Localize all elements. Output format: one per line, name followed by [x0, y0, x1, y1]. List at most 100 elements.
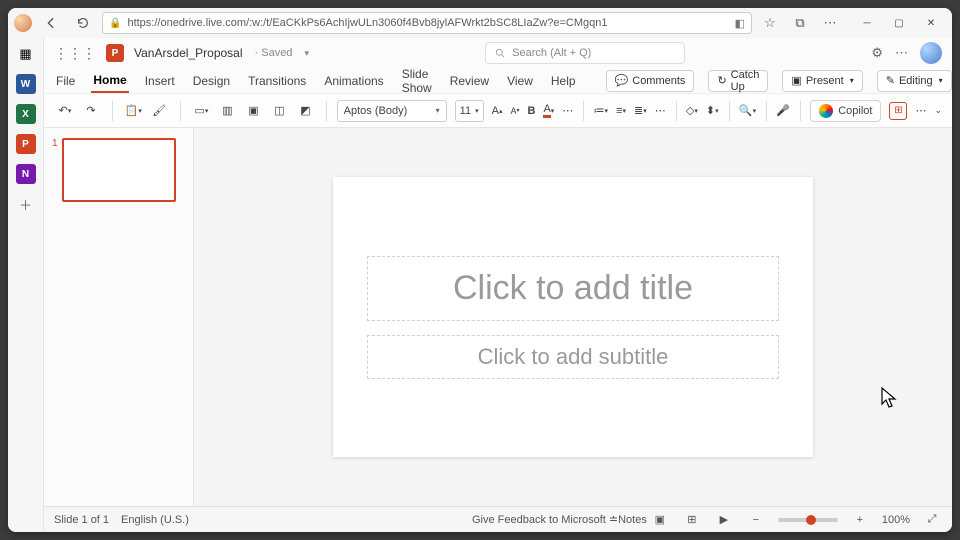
settings-icon[interactable]: ⚙: [871, 45, 883, 61]
browser-chrome: 🔒 https://onedrive.live.com/:w:/t/EaCKkP…: [8, 8, 952, 38]
shapes-button[interactable]: ◇▾: [686, 100, 698, 122]
user-avatar[interactable]: [920, 42, 942, 64]
close-button[interactable]: ✕: [916, 12, 946, 34]
paste-button[interactable]: 📋▾: [122, 100, 144, 122]
app-more-icon[interactable]: ⋯: [895, 45, 908, 61]
document-title[interactable]: VanArsdel_Proposal: [134, 46, 243, 60]
layout-button[interactable]: ▥: [216, 100, 238, 122]
font-size-value: 11: [460, 105, 471, 117]
profile-avatar[interactable]: [14, 14, 32, 32]
arrange-button[interactable]: ⬍▾: [706, 100, 719, 122]
present-icon: ▣: [791, 74, 801, 87]
rail-home-icon[interactable]: ▦: [16, 44, 36, 64]
zoom-slider[interactable]: [778, 518, 838, 522]
chevron-down-icon: ▾: [850, 76, 854, 85]
slide-thumbnail-pane[interactable]: 1: [44, 128, 194, 506]
comment-icon: 💬: [615, 74, 629, 87]
find-button[interactable]: 🔍▾: [739, 100, 756, 122]
browser-more-icon[interactable]: ⋯: [818, 11, 842, 35]
reading-view-button[interactable]: ▶: [714, 512, 734, 528]
font-size-select[interactable]: 11 ▾: [455, 100, 484, 122]
rail-onenote-icon[interactable]: N: [16, 164, 36, 184]
redo-button[interactable]: ↷: [80, 100, 102, 122]
tab-file[interactable]: File: [54, 70, 77, 92]
thumbnail-preview[interactable]: [62, 138, 176, 202]
align-button[interactable]: ≣▾: [634, 100, 647, 122]
rail-add-icon[interactable]: ＋: [16, 194, 36, 214]
decrease-font-button[interactable]: A▾: [510, 100, 519, 122]
copilot-icon: [819, 104, 833, 118]
fit-to-window-button[interactable]: ⤢: [922, 512, 942, 528]
app-launcher-icon[interactable]: ⋮⋮⋮: [54, 45, 96, 62]
font-color-button[interactable]: A▾: [543, 100, 554, 122]
zoom-out-button[interactable]: −: [746, 512, 766, 528]
refresh-button[interactable]: [70, 10, 96, 36]
font-more-button[interactable]: ⋯: [562, 100, 573, 122]
reader-icon[interactable]: ◧: [735, 17, 745, 30]
save-status: · Saved: [255, 47, 293, 59]
comments-button[interactable]: 💬Comments: [606, 70, 695, 92]
tab-view[interactable]: View: [505, 70, 535, 92]
language-status[interactable]: English (U.S.): [121, 514, 189, 526]
subtitle-placeholder[interactable]: Click to add subtitle: [367, 335, 780, 379]
thumbnail-slide-1[interactable]: 1: [52, 138, 185, 202]
subtitle-placeholder-text: Click to add subtitle: [368, 336, 779, 378]
new-slide-button[interactable]: ▭▾: [190, 100, 212, 122]
rail-word-icon[interactable]: W: [16, 74, 36, 94]
tab-review[interactable]: Review: [448, 70, 491, 92]
bullets-button[interactable]: ≔▾: [594, 100, 609, 122]
feedback-link[interactable]: Give Feedback to Microsoft: [472, 514, 606, 526]
menu-bar: File Home Insert Design Transitions Anim…: [44, 68, 952, 94]
paragraph-more-button[interactable]: ⋯: [655, 100, 666, 122]
slide-stage[interactable]: Click to add title Click to add subtitle: [194, 128, 952, 506]
numbering-button[interactable]: ≡▾: [616, 100, 626, 122]
notes-toggle[interactable]: ≐ Notes: [618, 512, 638, 528]
title-dropdown-icon[interactable]: ▾: [304, 48, 309, 59]
normal-view-button[interactable]: ▣: [650, 512, 670, 528]
zoom-thumb[interactable]: [806, 515, 816, 525]
rail-excel-icon[interactable]: X: [16, 104, 36, 124]
status-bar: Slide 1 of 1 English (U.S.) Give Feedbac…: [44, 506, 952, 532]
collections-icon[interactable]: ⧉: [788, 11, 812, 35]
tab-animations[interactable]: Animations: [322, 70, 385, 92]
tab-design[interactable]: Design: [191, 70, 232, 92]
search-input[interactable]: Search (Alt + Q): [485, 42, 685, 64]
title-placeholder[interactable]: Click to add title: [367, 256, 780, 321]
rail-powerpoint-icon[interactable]: P: [16, 134, 36, 154]
reset-icon[interactable]: ▣: [242, 100, 264, 122]
dictate-button[interactable]: 🎤: [776, 100, 790, 122]
zoom-in-button[interactable]: +: [850, 512, 870, 528]
present-button[interactable]: ▣Present▾: [782, 70, 862, 92]
favorite-icon[interactable]: ☆: [758, 11, 782, 35]
section-icon[interactable]: ◫: [268, 100, 290, 122]
minimize-button[interactable]: ─: [852, 12, 882, 34]
tab-insert[interactable]: Insert: [143, 70, 177, 92]
catchup-button[interactable]: ↻Catch Up: [708, 70, 768, 92]
thumbnail-number: 1: [52, 138, 58, 202]
tab-help[interactable]: Help: [549, 70, 578, 92]
url-bar[interactable]: 🔒 https://onedrive.live.com/:w:/t/EaCKkP…: [102, 12, 752, 34]
editing-button[interactable]: ✎Editing▾: [877, 70, 952, 92]
ribbon-more-button[interactable]: ⋯: [915, 100, 926, 122]
chevron-down-icon: ▾: [475, 107, 479, 115]
tab-transitions[interactable]: Transitions: [246, 70, 308, 92]
format-painter-button[interactable]: 🖌: [148, 100, 170, 122]
undo-button[interactable]: ↶▾: [54, 100, 76, 122]
slide-counter[interactable]: Slide 1 of 1: [54, 514, 109, 526]
copilot-button[interactable]: Copilot: [810, 100, 881, 122]
title-bar: ⋮⋮⋮ P VanArsdel_Proposal · Saved ▾ Searc…: [44, 38, 952, 68]
zoom-level[interactable]: 100%: [882, 514, 910, 526]
title-placeholder-text: Click to add title: [368, 257, 779, 320]
maximize-button[interactable]: ▢: [884, 12, 914, 34]
tab-home[interactable]: Home: [91, 69, 128, 93]
increase-font-button[interactable]: A▴: [492, 100, 503, 122]
sorter-view-button[interactable]: ⊞: [682, 512, 702, 528]
back-button[interactable]: [38, 10, 64, 36]
bold-button[interactable]: B: [527, 100, 535, 122]
font-family-select[interactable]: Aptos (Body) ▾: [337, 100, 447, 122]
editor-area: 1 Click to add title Click to add subtit…: [44, 128, 952, 506]
designer-button[interactable]: ⊞: [889, 100, 907, 122]
ribbon-collapse-button[interactable]: ⌄: [934, 100, 942, 122]
slide-canvas[interactable]: Click to add title Click to add subtitle: [333, 177, 813, 457]
reuse-slides-icon[interactable]: ◩: [294, 100, 316, 122]
